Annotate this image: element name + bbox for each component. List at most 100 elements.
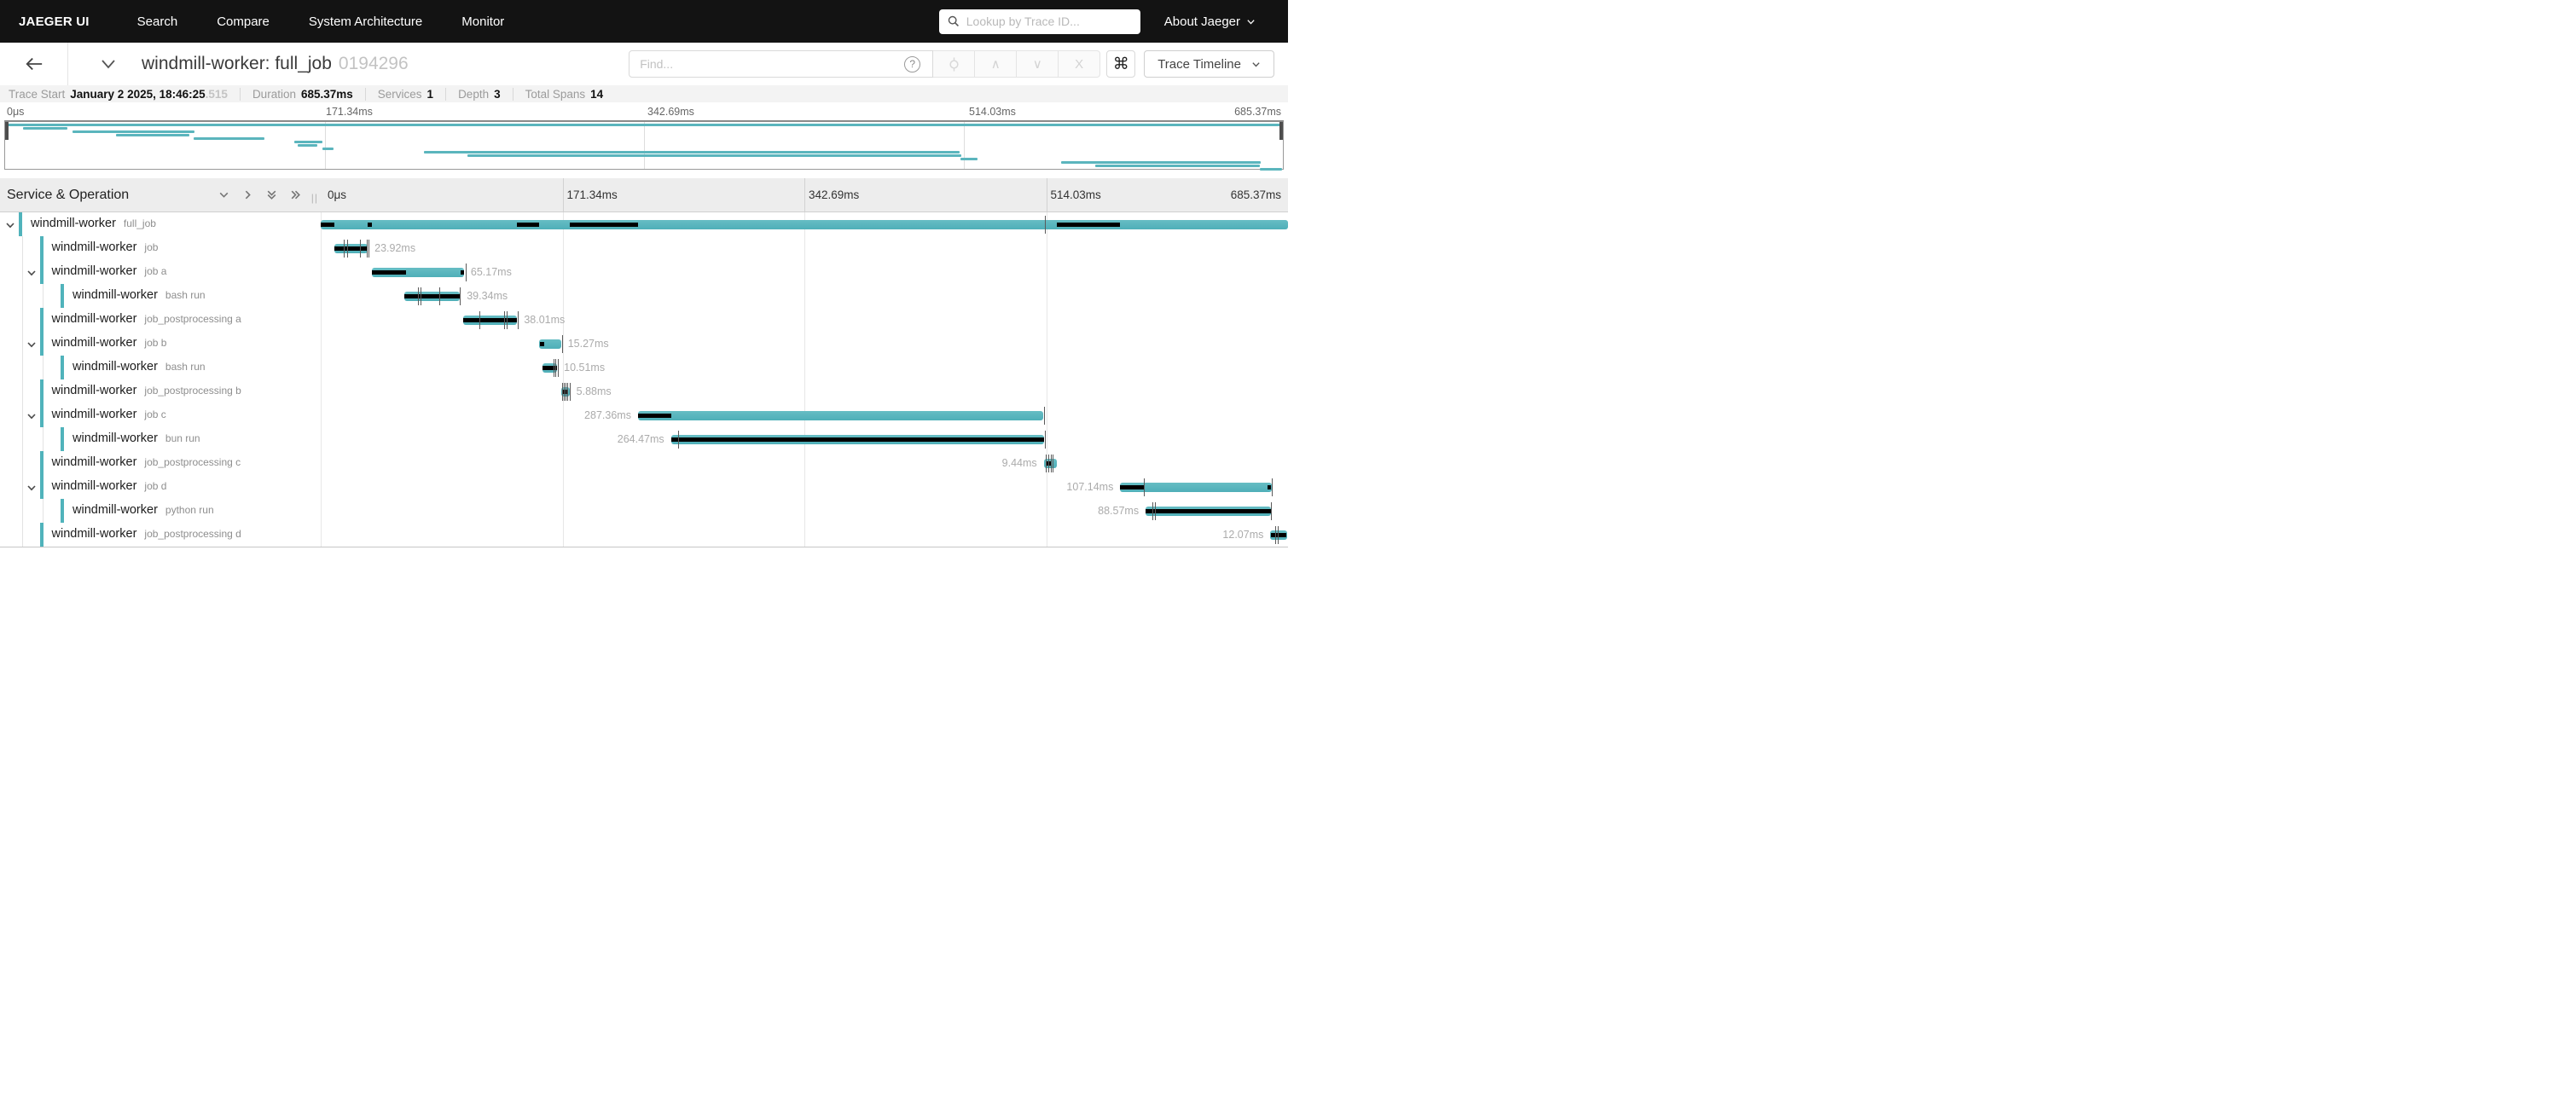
span-list-item[interactable]: windmill-workerfull_job — [0, 212, 321, 236]
minimap-left-scrubber[interactable] — [5, 122, 9, 140]
collapse-one-icon[interactable] — [218, 188, 230, 201]
span-name-wrapper[interactable]: windmill-workerjob_postprocessing b — [52, 384, 241, 397]
span-gantt-cell[interactable]: 23.92ms — [321, 236, 1288, 260]
tree-guide-line — [22, 356, 23, 379]
span-operation-name: job_postprocessing a — [144, 313, 241, 325]
span-list-item[interactable]: windmill-workerjob_postprocessing b — [0, 379, 321, 403]
span-name-wrapper[interactable]: windmill-workerbash run — [73, 288, 206, 302]
span-duration-label: 10.51ms — [564, 362, 605, 374]
span-gantt-cell[interactable] — [321, 212, 1288, 236]
span-list-item[interactable]: windmill-workerjob c — [0, 403, 321, 427]
tree-guide-line — [22, 523, 23, 547]
span-gantt-cell[interactable]: 38.01ms — [321, 308, 1288, 332]
span-color-bar — [40, 403, 44, 427]
prev-result-button[interactable]: ∧ — [975, 50, 1017, 78]
span-list-item[interactable]: windmill-workerbash run — [0, 356, 321, 379]
expand-one-icon[interactable] — [241, 188, 254, 201]
span-gantt-cell[interactable]: 12.07ms — [321, 523, 1288, 547]
span-name-wrapper[interactable]: windmill-workerjob_postprocessing c — [52, 455, 241, 469]
span-gantt-cell[interactable]: 10.51ms — [321, 356, 1288, 379]
span-list-item[interactable]: windmill-workerpython run — [0, 499, 321, 523]
critical-path-segment — [1120, 485, 1143, 489]
span-operation-name: full_job — [124, 217, 156, 229]
clear-find-button[interactable]: X — [1059, 50, 1100, 78]
row-expand-chevron-icon[interactable] — [26, 339, 37, 354]
nav-item-monitor[interactable]: Monitor — [461, 14, 504, 29]
span-name-wrapper[interactable]: windmill-workerjob b — [52, 336, 167, 350]
column-resize-handle[interactable]: || — [311, 192, 318, 204]
span-name-wrapper[interactable]: windmill-workerbun run — [73, 431, 200, 445]
span-gantt-cell[interactable]: 107.14ms — [321, 475, 1288, 499]
span-name-wrapper[interactable]: windmill-workerjob_postprocessing d — [52, 527, 241, 541]
nav-item-compare[interactable]: Compare — [217, 14, 270, 29]
span-name-wrapper[interactable]: windmill-workerpython run — [73, 503, 214, 517]
tree-guide-line — [22, 427, 23, 451]
row-expand-chevron-icon[interactable] — [26, 410, 37, 426]
row-expand-chevron-icon[interactable] — [26, 267, 37, 282]
nav-item-search[interactable]: Search — [137, 14, 178, 29]
span-gantt-cell[interactable]: 9.44ms — [321, 451, 1288, 475]
row-expand-chevron-icon[interactable] — [26, 482, 37, 497]
span-name-wrapper[interactable]: windmill-workerjob_postprocessing a — [52, 312, 241, 326]
trace-start-ms: .515 — [206, 88, 228, 101]
span-log-tick — [418, 287, 419, 305]
about-jaeger-menu[interactable]: About Jaeger — [1164, 14, 1256, 29]
focus-span-button[interactable] — [933, 50, 975, 78]
span-bar[interactable] — [638, 411, 1043, 420]
span-list-item[interactable]: windmill-workerjob d — [0, 475, 321, 499]
span-color-bar — [40, 523, 44, 547]
tree-guide-line — [22, 236, 23, 260]
span-gantt-cell[interactable]: 15.27ms — [321, 332, 1288, 356]
span-row: windmill-workerbash run 10.51ms — [0, 356, 1288, 379]
span-name-wrapper[interactable]: windmill-workerjob — [52, 240, 159, 254]
expand-all-icon[interactable] — [289, 188, 302, 201]
span-list-item[interactable]: windmill-workerjob_postprocessing c — [0, 451, 321, 475]
span-list-item[interactable]: windmill-workerjob_postprocessing d — [0, 523, 321, 547]
next-result-button[interactable]: ∨ — [1017, 50, 1059, 78]
timeline-axis: 0μs 171.34ms 342.69ms 514.03ms 685.37ms — [321, 178, 1288, 211]
trace-id-lookup-input[interactable] — [966, 14, 1132, 28]
nav-item-system-architecture[interactable]: System Architecture — [309, 14, 422, 29]
span-list-item[interactable]: windmill-workerbun run — [0, 427, 321, 451]
span-gantt-cell[interactable]: 5.88ms — [321, 379, 1288, 403]
span-gantt-cell[interactable]: 287.36ms — [321, 403, 1288, 427]
help-icon[interactable]: ? — [904, 56, 920, 72]
span-bar[interactable] — [321, 220, 1288, 229]
span-name-wrapper[interactable]: windmill-workerfull_job — [31, 217, 156, 230]
axis-tick-label: 342.69ms — [647, 106, 694, 118]
span-log-tick — [479, 311, 480, 329]
span-gantt-cell[interactable]: 65.17ms — [321, 260, 1288, 284]
span-row: windmill-workerjob 23.92ms — [0, 236, 1288, 260]
span-list-item[interactable]: windmill-workerjob_postprocessing a — [0, 308, 321, 332]
span-log-tick — [439, 287, 440, 305]
span-name-wrapper[interactable]: windmill-workerbash run — [73, 360, 206, 374]
back-button[interactable] — [0, 43, 68, 85]
row-expand-chevron-icon[interactable] — [5, 219, 15, 235]
span-list-item[interactable]: windmill-workerjob a — [0, 260, 321, 284]
span-list-item[interactable]: windmill-workerjob b — [0, 332, 321, 356]
span-log-tick — [1278, 526, 1279, 544]
crosshair-icon — [947, 57, 961, 72]
find-input[interactable] — [629, 57, 904, 71]
span-duration-label: 12.07ms — [1222, 529, 1263, 541]
trace-view-selector[interactable]: Trace Timeline — [1144, 50, 1274, 78]
minimap-right-scrubber[interactable] — [1279, 122, 1283, 140]
keyboard-shortcuts-button[interactable]: ⌘ — [1106, 50, 1135, 78]
collapse-all-icon[interactable] — [265, 188, 278, 201]
span-name-wrapper[interactable]: windmill-workerjob a — [52, 264, 167, 278]
trace-minimap[interactable] — [4, 120, 1284, 170]
span-gantt-cell[interactable]: 264.47ms — [321, 427, 1288, 451]
span-log-tick — [507, 311, 508, 329]
trace-start-value: January 2 2025, 18:46:25 — [70, 88, 205, 101]
span-gantt-cell[interactable]: 39.34ms — [321, 284, 1288, 308]
span-list-item[interactable]: windmill-workerbash run — [0, 284, 321, 308]
span-name-wrapper[interactable]: windmill-workerjob c — [52, 408, 166, 421]
app-brand[interactable]: JAEGER UI — [19, 14, 90, 29]
find-box[interactable]: ? — [629, 50, 933, 78]
span-name-wrapper[interactable]: windmill-workerjob d — [52, 479, 167, 493]
trace-id-lookup-box[interactable] — [939, 9, 1140, 34]
span-gantt-cell[interactable]: 88.57ms — [321, 499, 1288, 523]
collapse-trace-detail-chevron[interactable] — [101, 58, 116, 70]
span-log-tick — [1051, 455, 1052, 472]
span-list-item[interactable]: windmill-workerjob — [0, 236, 321, 260]
